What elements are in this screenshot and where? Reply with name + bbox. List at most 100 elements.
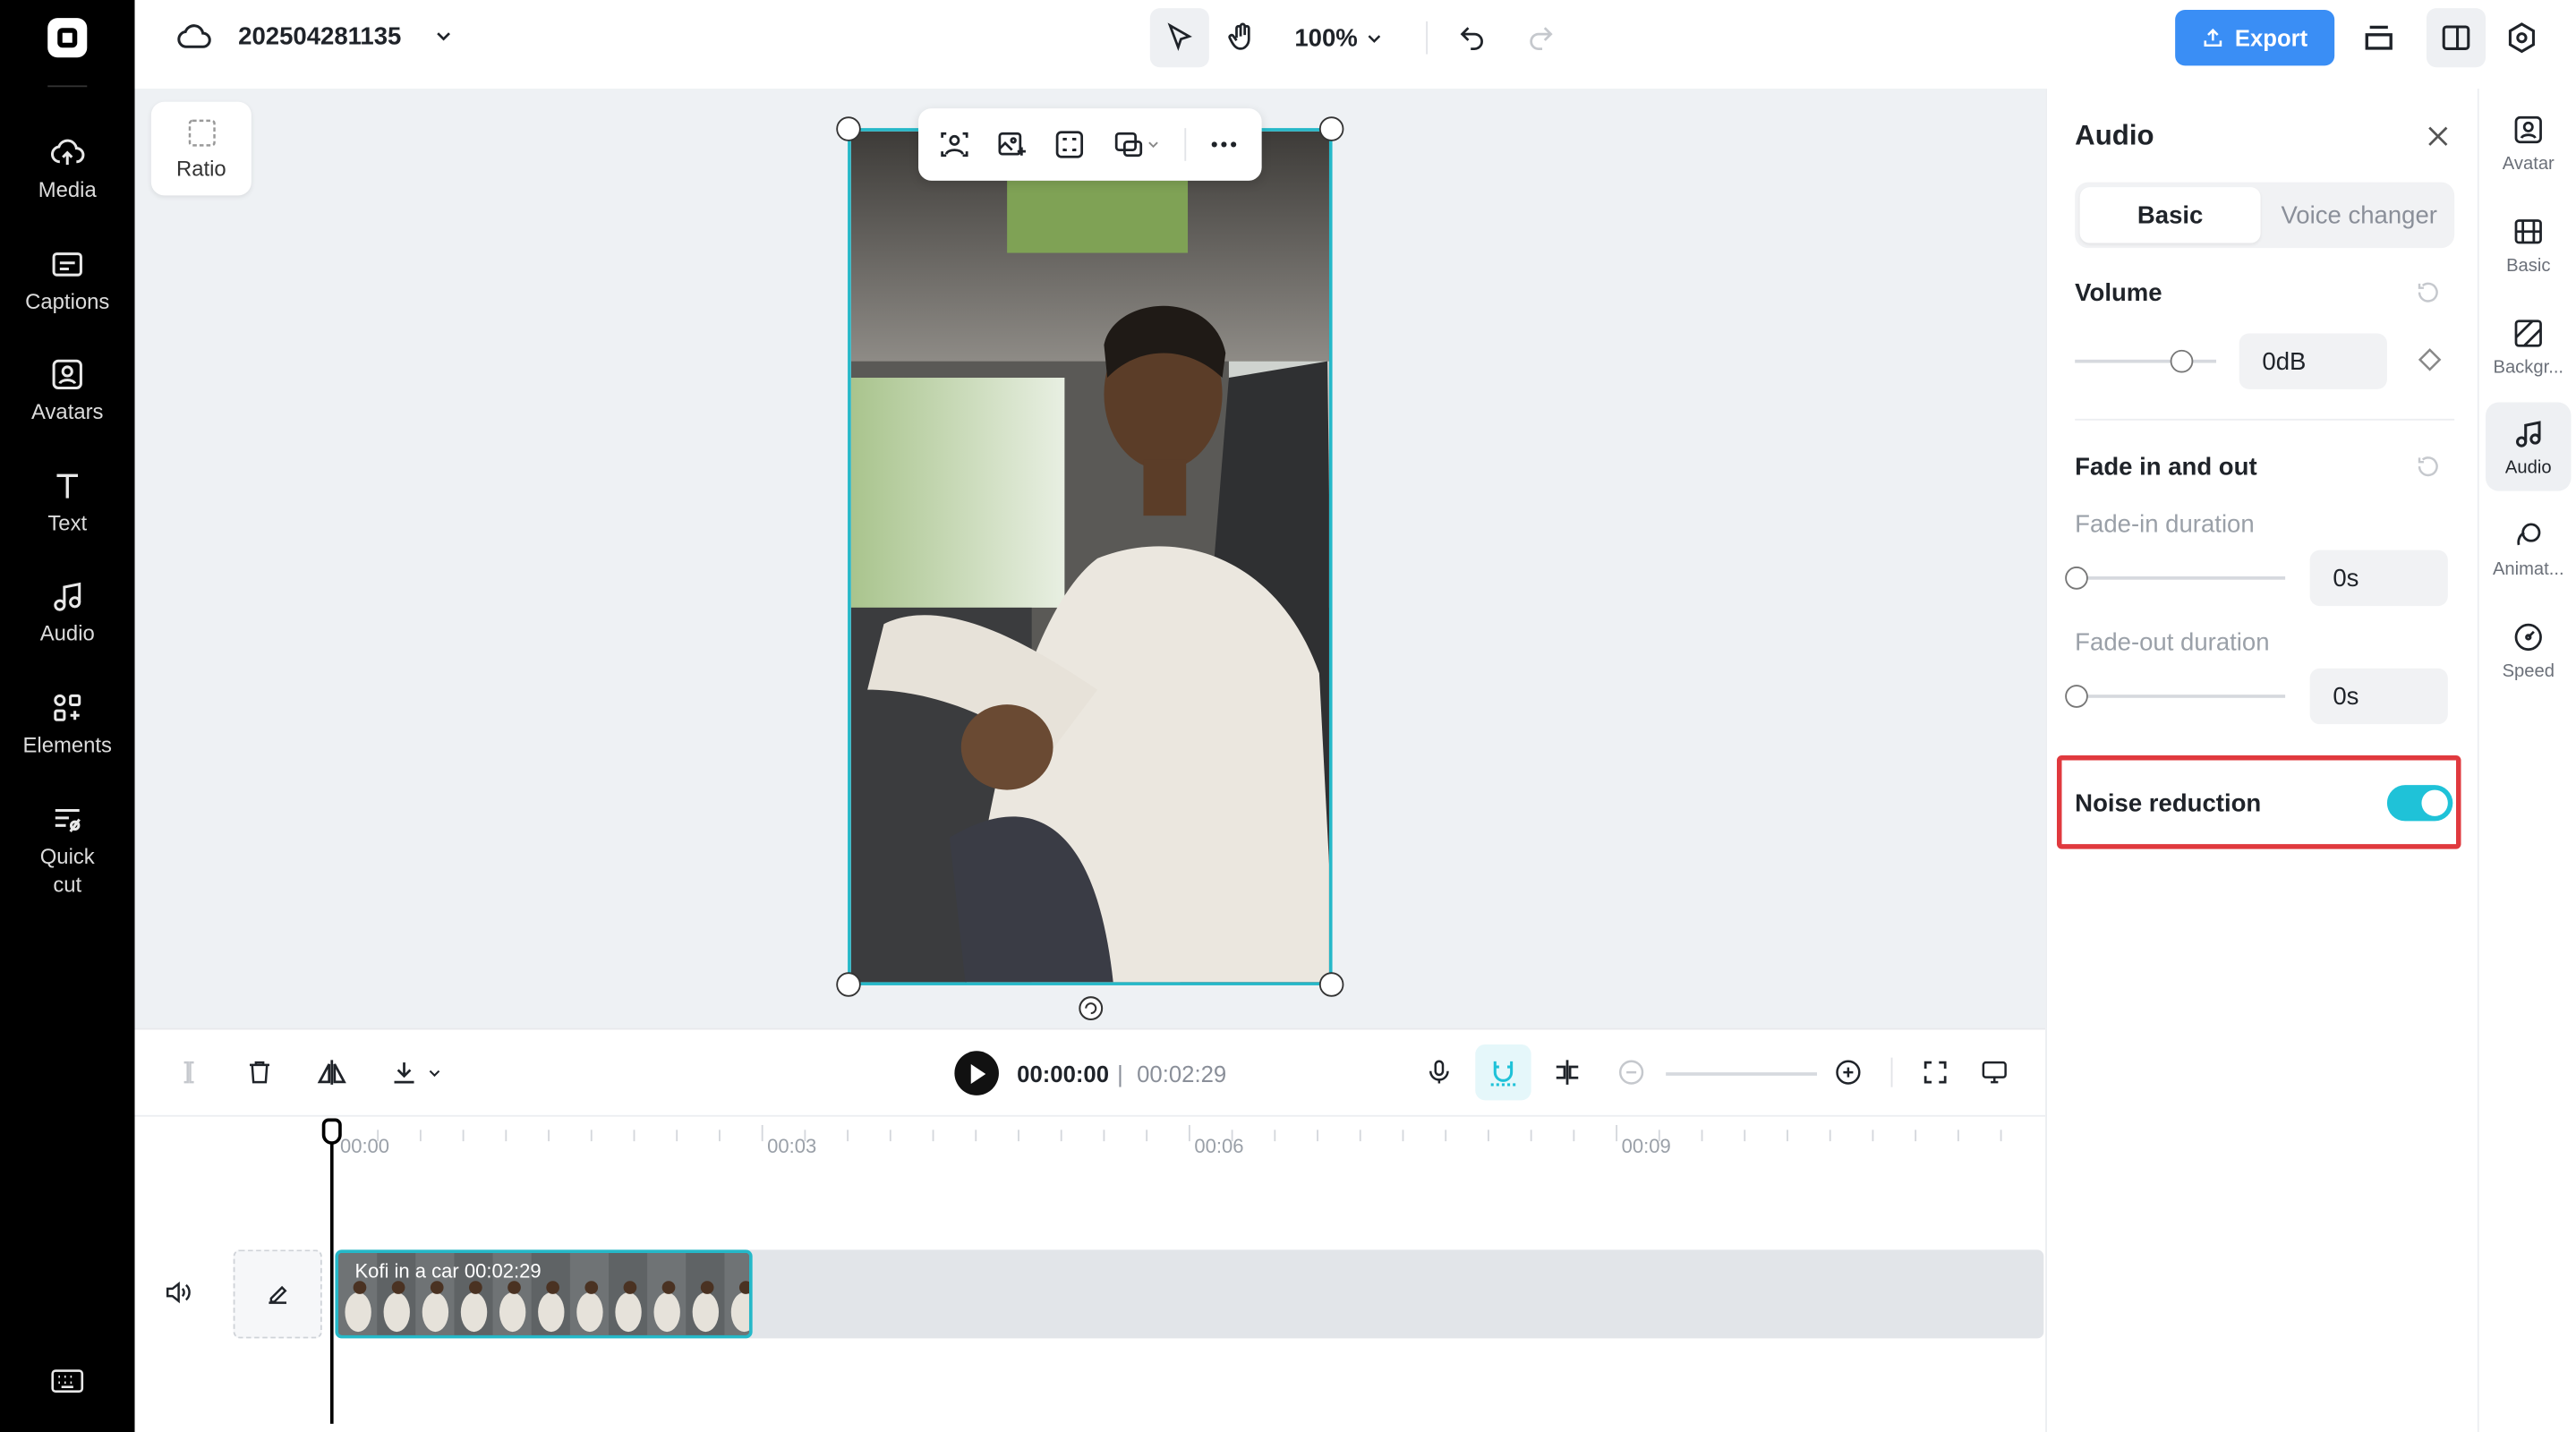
element-toolbar bbox=[918, 108, 1262, 181]
app-logo[interactable] bbox=[47, 18, 88, 58]
background-icon bbox=[2514, 319, 2542, 346]
fade-label: Fade in and out bbox=[2075, 453, 2257, 482]
reset-volume-button[interactable] bbox=[2415, 279, 2441, 305]
remove-background-button[interactable] bbox=[934, 124, 974, 164]
fade-in-slider[interactable] bbox=[2075, 576, 2286, 580]
fade-in-input[interactable]: 0s bbox=[2309, 550, 2448, 607]
undo-icon bbox=[1460, 27, 1483, 50]
export-label: Export bbox=[2234, 24, 2308, 51]
playhead-handle[interactable] bbox=[321, 1118, 342, 1145]
rail-item-audio[interactable]: Audio bbox=[2486, 402, 2572, 491]
more-options-button[interactable] bbox=[1204, 124, 1243, 164]
toolbar-divider bbox=[1184, 128, 1187, 161]
ruler-tick-label: 00:00 bbox=[339, 1134, 390, 1158]
settings-button[interactable] bbox=[2501, 16, 2544, 59]
section-divider bbox=[2075, 418, 2455, 421]
keyboard-shortcuts-button[interactable] bbox=[49, 1367, 85, 1396]
split-at-playhead-button[interactable] bbox=[1548, 1053, 1587, 1092]
chevron-down-icon bbox=[1148, 141, 1158, 149]
edit-cover-button[interactable] bbox=[233, 1249, 322, 1339]
arrange-dropdown[interactable] bbox=[1107, 124, 1166, 164]
noise-reduction-toggle[interactable] bbox=[2386, 785, 2453, 822]
split-button[interactable] bbox=[169, 1053, 209, 1092]
fade-out-slider-thumb[interactable] bbox=[2065, 685, 2088, 708]
project-menu-button[interactable] bbox=[432, 25, 456, 48]
ruler-tick-label: 00:09 bbox=[1621, 1134, 1671, 1158]
video-clip[interactable]: Kofi in a car 00:02:29 bbox=[335, 1249, 753, 1339]
split-clip-icon bbox=[1556, 1060, 1579, 1085]
playhead[interactable] bbox=[329, 1118, 334, 1424]
delete-button[interactable] bbox=[240, 1053, 279, 1092]
track-mute-button[interactable] bbox=[163, 1278, 192, 1308]
record-voice-button[interactable] bbox=[1420, 1053, 1459, 1092]
volume-input[interactable]: 0dB bbox=[2239, 333, 2387, 389]
replace-image-button[interactable] bbox=[993, 124, 1032, 164]
sidebar-item-captions[interactable]: Captions bbox=[0, 246, 135, 315]
sidebar-item-media[interactable]: Media bbox=[0, 134, 135, 203]
project-name[interactable]: 202504281135 bbox=[238, 23, 401, 51]
hand-tool-button[interactable] bbox=[1213, 8, 1272, 67]
volume-keyframe-button[interactable] bbox=[2417, 346, 2443, 372]
rotate-icon bbox=[1079, 996, 1104, 1021]
auto-snap-button[interactable] bbox=[1475, 1044, 1531, 1101]
rail-item-avatar[interactable]: Avatar bbox=[2486, 98, 2571, 187]
preview-mode-button[interactable] bbox=[1975, 1053, 2014, 1092]
toolbar-divider bbox=[1890, 1057, 1893, 1087]
crop-button[interactable] bbox=[1050, 124, 1089, 164]
minus-circle-icon bbox=[1618, 1060, 1644, 1085]
close-panel-button[interactable] bbox=[2423, 122, 2452, 151]
sidebar-item-audio[interactable]: Audio bbox=[0, 578, 135, 647]
sidebar-item-text[interactable]: Text bbox=[0, 468, 135, 537]
timeline-zoom-slider[interactable] bbox=[1666, 1072, 1818, 1076]
current-time: 00:00:00 bbox=[1017, 1061, 1110, 1087]
rail-item-background[interactable]: Backgr... bbox=[2486, 303, 2571, 391]
rail-item-speed[interactable]: Speed bbox=[2486, 606, 2571, 695]
rotate-handle[interactable] bbox=[1076, 993, 1105, 1023]
volume-slider-thumb[interactable] bbox=[2169, 349, 2193, 373]
volume-slider[interactable] bbox=[2075, 359, 2217, 363]
rail-item-basic[interactable]: Basic bbox=[2486, 200, 2571, 289]
properties-rail: Avatar Basic Backgr... Audio Animat... S… bbox=[2477, 89, 2576, 1432]
flip-button[interactable] bbox=[312, 1053, 352, 1092]
export-button[interactable]: Export bbox=[2175, 10, 2335, 66]
select-tool-button[interactable] bbox=[1149, 8, 1209, 68]
noise-reduction-label: Noise reduction bbox=[2075, 789, 2262, 818]
fade-out-label: Fade-out duration bbox=[2075, 628, 2270, 657]
zoom-dropdown[interactable]: 100% bbox=[1294, 8, 1386, 67]
resize-handle-top-right[interactable] bbox=[1318, 116, 1344, 141]
undo-button[interactable] bbox=[1453, 18, 1492, 57]
fade-in-slider-thumb[interactable] bbox=[2065, 567, 2088, 590]
ratio-button[interactable]: Ratio bbox=[150, 101, 252, 196]
sidebar-item-label: Audio bbox=[39, 620, 95, 646]
timeline-panel: 00:00:00 | 00:02:29 00:00 00:03 00:06 00… bbox=[134, 1027, 2046, 1432]
time-separator: | bbox=[1117, 1061, 1123, 1087]
download-dropdown[interactable] bbox=[383, 1053, 448, 1092]
sidebar-item-quick-cut[interactable]: Quick cut bbox=[0, 801, 135, 898]
fade-out-input[interactable]: 0s bbox=[2309, 668, 2448, 725]
toggle-knob bbox=[2421, 789, 2448, 816]
tab-basic[interactable]: Basic bbox=[2079, 187, 2261, 243]
clip-label: Kofi in a car 00:02:29 bbox=[354, 1259, 542, 1283]
rail-item-animation[interactable]: Animat... bbox=[2486, 504, 2571, 592]
video-preview[interactable] bbox=[848, 128, 1333, 985]
sidebar-item-elements[interactable]: Elements bbox=[0, 690, 135, 759]
fade-out-slider[interactable] bbox=[2075, 695, 2286, 698]
play-button[interactable] bbox=[954, 1051, 999, 1095]
keyboard-icon bbox=[51, 1369, 84, 1393]
tab-voice-changer[interactable]: Voice changer bbox=[2265, 187, 2452, 243]
resize-handle-bottom-right[interactable] bbox=[1318, 972, 1344, 997]
fit-timeline-button[interactable] bbox=[1915, 1053, 1955, 1092]
resize-handle-top-left[interactable] bbox=[836, 116, 861, 141]
redo-button[interactable] bbox=[1522, 18, 1561, 57]
zoom-out-button[interactable] bbox=[1612, 1053, 1651, 1092]
flip-icon bbox=[317, 1060, 346, 1085]
reset-fade-button[interactable] bbox=[2415, 453, 2441, 479]
zoom-in-button[interactable] bbox=[1829, 1053, 1868, 1092]
person-cutout-icon bbox=[941, 132, 968, 158]
panel-layout-button[interactable] bbox=[2426, 8, 2486, 68]
resize-handle-bottom-left[interactable] bbox=[836, 972, 861, 997]
sidebar-item-avatars[interactable]: Avatars bbox=[0, 356, 135, 425]
speaker-icon bbox=[166, 1281, 191, 1304]
cloud-sync-button[interactable] bbox=[175, 20, 211, 55]
layers-button[interactable] bbox=[2358, 16, 2401, 59]
